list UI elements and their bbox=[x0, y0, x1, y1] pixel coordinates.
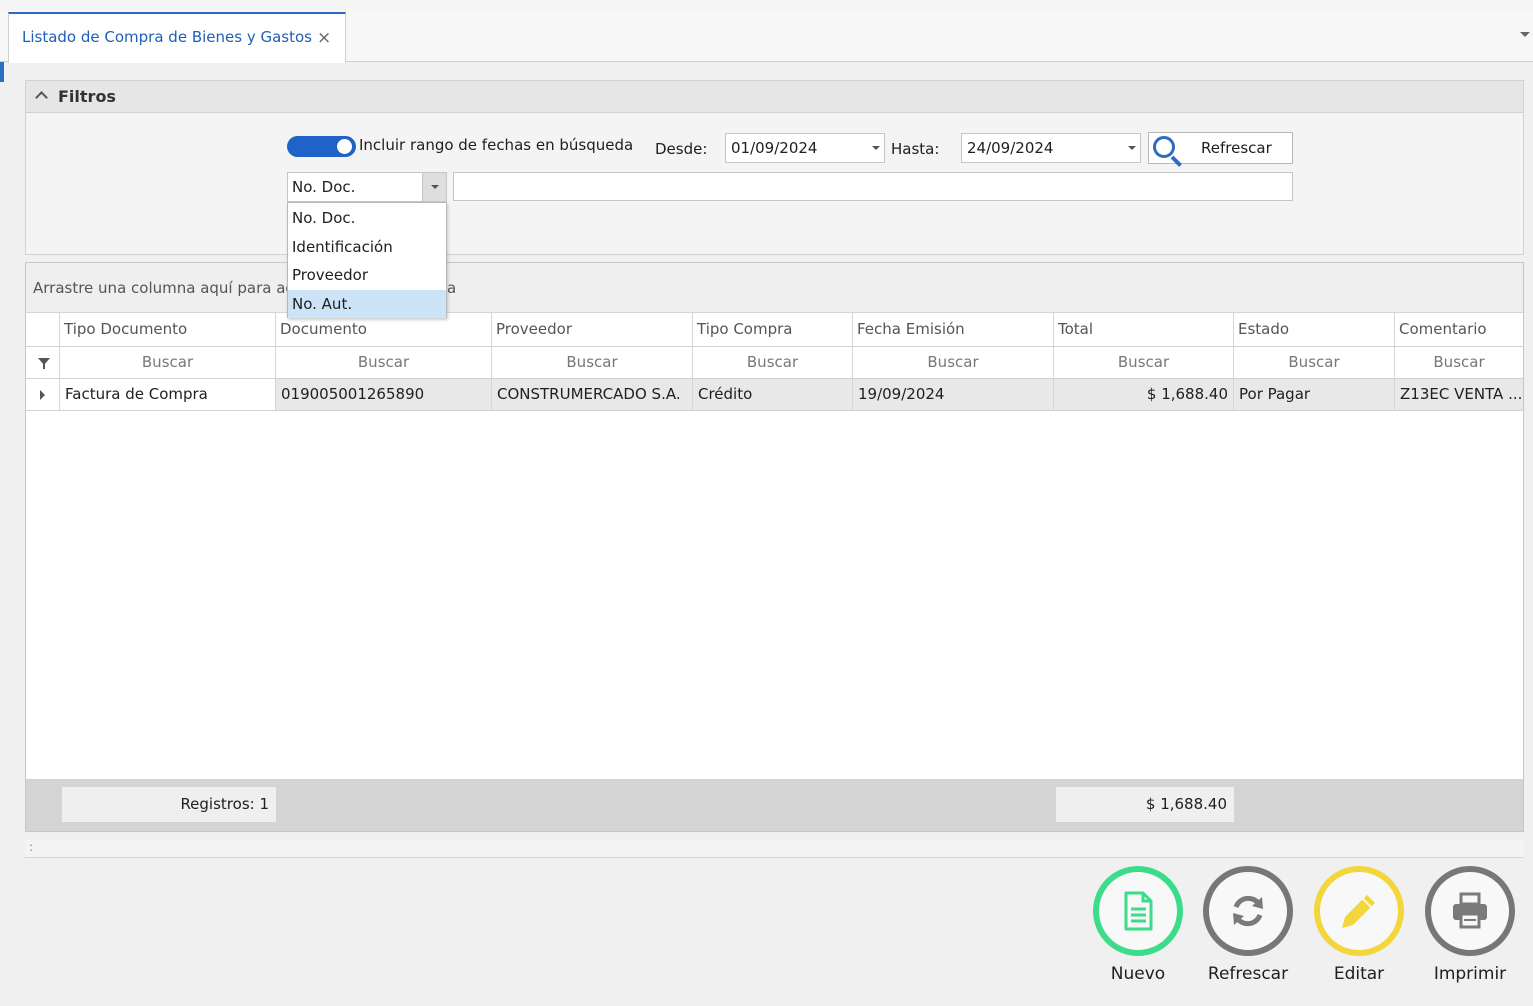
nuevo-ring bbox=[1093, 866, 1183, 956]
desde-label: Desde: bbox=[655, 140, 708, 158]
option-no-doc[interactable]: No. Doc. bbox=[288, 204, 446, 232]
filter-cell-tipo-documento[interactable]: Buscar bbox=[60, 347, 276, 378]
refresh-icon bbox=[1233, 895, 1263, 927]
filters-header[interactable]: Filtros bbox=[26, 81, 1523, 113]
imprimir-label: Imprimir bbox=[1433, 964, 1507, 984]
pencil-icon bbox=[1342, 895, 1375, 928]
refresh-button-label: Refrescar bbox=[1201, 139, 1272, 157]
document-icon bbox=[1124, 891, 1153, 931]
footer-total: $ 1,688.40 bbox=[1056, 787, 1234, 822]
search-field-value: No. Doc. bbox=[292, 178, 356, 196]
cell-tipo-documento[interactable]: Factura de Compra bbox=[60, 379, 276, 410]
column-header-tipo-documento[interactable]: Tipo Documento bbox=[60, 313, 276, 346]
chevron-up-icon[interactable] bbox=[35, 91, 48, 104]
refrescar-button[interactable]: Refrescar bbox=[1202, 866, 1294, 991]
cell-documento[interactable]: 019005001265890 bbox=[276, 379, 492, 410]
search-field-select[interactable]: No. Doc. bbox=[287, 172, 447, 202]
grid-filter-row: Buscar Buscar Buscar Buscar Buscar Busca… bbox=[26, 347, 1523, 379]
tab-title: Listado de Compra de Bienes y Gastos bbox=[22, 28, 312, 46]
filters-panel: Filtros bbox=[25, 80, 1524, 255]
group-by-hint: Arrastre una columna aquí para agr bbox=[33, 279, 302, 297]
filters-title: Filtros bbox=[58, 87, 116, 106]
hasta-label: Hasta: bbox=[891, 140, 940, 158]
desde-date-value: 01/09/2024 bbox=[731, 139, 818, 157]
nuevo-label: Nuevo bbox=[1110, 964, 1166, 984]
row-indicator-header bbox=[26, 313, 60, 346]
editar-ring bbox=[1314, 866, 1404, 956]
search-input[interactable] bbox=[453, 172, 1293, 201]
hasta-date-field[interactable]: 24/09/2024 bbox=[961, 133, 1141, 163]
cell-fecha-emision[interactable]: 19/09/2024 bbox=[853, 379, 1054, 410]
column-header-estado[interactable]: Estado bbox=[1234, 313, 1395, 346]
imprimir-ring bbox=[1425, 866, 1515, 956]
cell-tipo-compra[interactable]: Crédito bbox=[693, 379, 853, 410]
actions-panel: Nuevo Refrescar Editar Imprimir bbox=[25, 858, 1524, 990]
tab-close-icon[interactable]: × bbox=[317, 28, 331, 48]
tab-overflow-chevron-icon[interactable] bbox=[1520, 32, 1530, 37]
grid-footer: Registros: 1 $ 1,688.40 bbox=[26, 779, 1523, 831]
filter-cell-proveedor[interactable]: Buscar bbox=[492, 347, 693, 378]
group-by-hint-tail: a bbox=[447, 279, 457, 297]
option-proveedor[interactable]: Proveedor bbox=[288, 261, 446, 289]
desde-date-field[interactable]: 01/09/2024 bbox=[725, 133, 885, 163]
filter-cell-estado[interactable]: Buscar bbox=[1234, 347, 1395, 378]
tab-bar: Listado de Compra de Bienes y Gastos × bbox=[0, 10, 1533, 63]
filter-row-indicator bbox=[26, 347, 60, 378]
imprimir-button[interactable]: Imprimir bbox=[1424, 866, 1516, 991]
table-row[interactable]: Factura de Compra 019005001265890 CONSTR… bbox=[26, 379, 1523, 411]
column-header-fecha-emision[interactable]: Fecha Emisión bbox=[853, 313, 1054, 346]
cell-proveedor[interactable]: CONSTRUMERCADO S.A. bbox=[492, 379, 693, 410]
nuevo-button[interactable]: Nuevo bbox=[1092, 866, 1184, 991]
footer-record-count: Registros: 1 bbox=[62, 787, 276, 822]
row-expand-arrow-icon[interactable] bbox=[40, 390, 45, 400]
editar-button[interactable]: Editar bbox=[1313, 866, 1405, 991]
filter-cell-fecha-emision[interactable]: Buscar bbox=[853, 347, 1054, 378]
search-field-options: No. Doc. Identificación Proveedor No. Au… bbox=[287, 202, 447, 318]
grid-header-row: Tipo Documento Documento Proveedor Tipo … bbox=[26, 313, 1523, 347]
filter-cell-documento[interactable]: Buscar bbox=[276, 347, 492, 378]
date-range-toggle-label: Incluir rango de fechas en búsqueda bbox=[359, 136, 634, 154]
group-by-panel[interactable]: Arrastre una columna aquí para agr a bbox=[26, 263, 1523, 313]
editar-label: Editar bbox=[1333, 964, 1385, 984]
option-no-aut[interactable]: No. Aut. bbox=[288, 290, 446, 318]
panel-splitter[interactable]: : bbox=[25, 840, 1524, 858]
chevron-down-icon bbox=[431, 185, 439, 189]
printer-icon bbox=[1453, 892, 1487, 929]
cell-estado[interactable]: Por Pagar bbox=[1234, 379, 1395, 410]
purchases-grid: Arrastre una columna aquí para agr a Tip… bbox=[25, 262, 1524, 832]
column-header-total[interactable]: Total bbox=[1054, 313, 1234, 346]
date-range-toggle[interactable] bbox=[287, 136, 356, 157]
chevron-down-icon[interactable] bbox=[872, 146, 880, 150]
cell-total[interactable]: $ 1,688.40 bbox=[1054, 379, 1234, 410]
cell-comentario[interactable]: Z13EC VENTA ... bbox=[1395, 379, 1523, 410]
search-field-dropdown-button[interactable] bbox=[422, 173, 446, 201]
option-identificacion[interactable]: Identificación bbox=[288, 233, 446, 261]
refrescar-ring bbox=[1203, 866, 1293, 956]
column-header-tipo-compra[interactable]: Tipo Compra bbox=[693, 313, 853, 346]
filter-cell-total[interactable]: Buscar bbox=[1054, 347, 1234, 378]
filter-cell-tipo-compra[interactable]: Buscar bbox=[693, 347, 853, 378]
left-accent-bar bbox=[0, 62, 4, 82]
column-header-proveedor[interactable]: Proveedor bbox=[492, 313, 693, 346]
chevron-down-icon[interactable] bbox=[1128, 146, 1136, 150]
top-strip bbox=[0, 0, 1533, 10]
tab-listado-compras[interactable]: Listado de Compra de Bienes y Gastos × bbox=[8, 12, 346, 63]
splitter-grip: : bbox=[29, 840, 34, 854]
refrescar-label: Refrescar bbox=[1207, 964, 1289, 984]
toggle-knob bbox=[337, 139, 352, 154]
column-header-comentario[interactable]: Comentario bbox=[1395, 313, 1523, 346]
hasta-date-value: 24/09/2024 bbox=[967, 139, 1054, 157]
refresh-button[interactable]: Refrescar bbox=[1148, 132, 1293, 167]
filter-cell-comentario[interactable]: Buscar bbox=[1395, 347, 1523, 378]
row-indicator[interactable] bbox=[26, 379, 60, 410]
